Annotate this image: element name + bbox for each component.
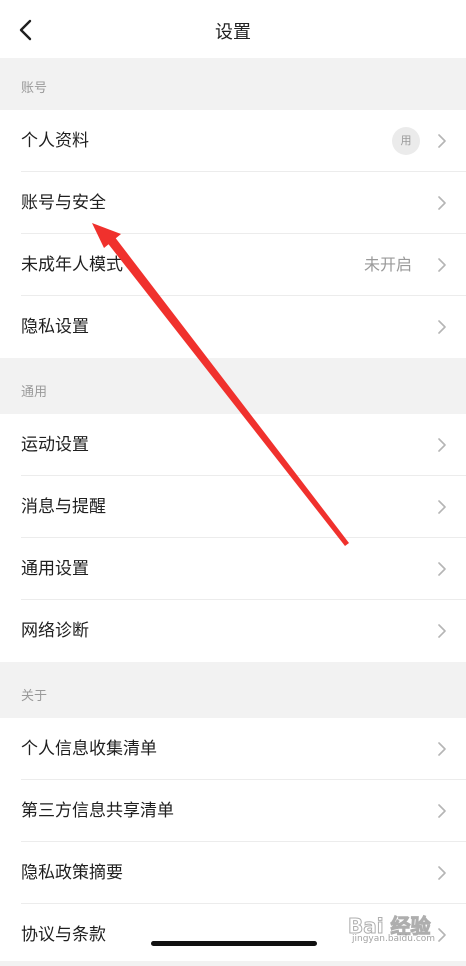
chevron-right-icon <box>438 196 446 210</box>
chevron-right-icon <box>438 624 446 638</box>
settings-item-label: 隐私设置 <box>21 317 89 337</box>
settings-item-account-security[interactable]: 账号与安全 <box>0 172 466 234</box>
settings-item-label: 个人信息收集清单 <box>21 739 157 759</box>
section-header-general: 通用 <box>0 358 466 414</box>
avatar: 用 <box>392 127 420 155</box>
chevron-right-icon <box>438 258 446 272</box>
home-indicator <box>151 941 317 946</box>
section-title: 账号 <box>21 81 48 96</box>
chevron-right-icon <box>438 500 446 514</box>
settings-item-info-collection[interactable]: 个人信息收集清单 <box>0 718 466 780</box>
section-title: 通用 <box>21 385 48 400</box>
settings-item-profile[interactable]: 个人资料 用 <box>0 110 466 172</box>
settings-item-label: 未成年人模式 <box>21 255 123 275</box>
settings-item-label: 第三方信息共享清单 <box>21 801 174 821</box>
settings-item-label: 隐私政策摘要 <box>21 863 123 883</box>
settings-item-third-party-sharing[interactable]: 第三方信息共享清单 <box>0 780 466 842</box>
settings-item-value: 未开启 <box>363 255 412 274</box>
nav-bar: 设置 <box>0 0 466 58</box>
settings-item-privacy-summary[interactable]: 隐私政策摘要 <box>0 842 466 904</box>
chevron-right-icon <box>438 562 446 576</box>
section-header-about: 关于 <box>0 662 466 718</box>
chevron-right-icon <box>438 804 446 818</box>
settings-item-network[interactable]: 网络诊断 <box>0 600 466 662</box>
section-header-account: 账号 <box>0 58 466 110</box>
settings-item-label: 网络诊断 <box>21 621 89 641</box>
settings-item-label: 运动设置 <box>21 435 89 455</box>
page-title: 设置 <box>215 22 251 43</box>
settings-item-label: 通用设置 <box>21 559 89 579</box>
chevron-right-icon <box>438 742 446 756</box>
watermark-url: jingyan.baidu.com <box>352 934 436 944</box>
settings-item-label: 个人资料 <box>21 131 89 151</box>
section-title: 关于 <box>21 689 48 704</box>
settings-item-general[interactable]: 通用设置 <box>0 538 466 600</box>
settings-item-notifications[interactable]: 消息与提醒 <box>0 476 466 538</box>
chevron-right-icon <box>438 438 446 452</box>
settings-item-label: 消息与提醒 <box>21 497 106 517</box>
settings-item-label: 协议与条款 <box>21 925 106 945</box>
settings-item-sport[interactable]: 运动设置 <box>0 414 466 476</box>
settings-item-minor-mode[interactable]: 未成年人模式 未开启 <box>0 234 466 296</box>
chevron-right-icon <box>438 134 446 148</box>
watermark-logo: Bai 经验 jingyan.baidu.com <box>348 910 458 946</box>
chevron-right-icon <box>438 320 446 334</box>
settings-item-privacy[interactable]: 隐私设置 <box>0 296 466 358</box>
chevron-right-icon <box>438 866 446 880</box>
settings-item-label: 账号与安全 <box>21 193 106 213</box>
